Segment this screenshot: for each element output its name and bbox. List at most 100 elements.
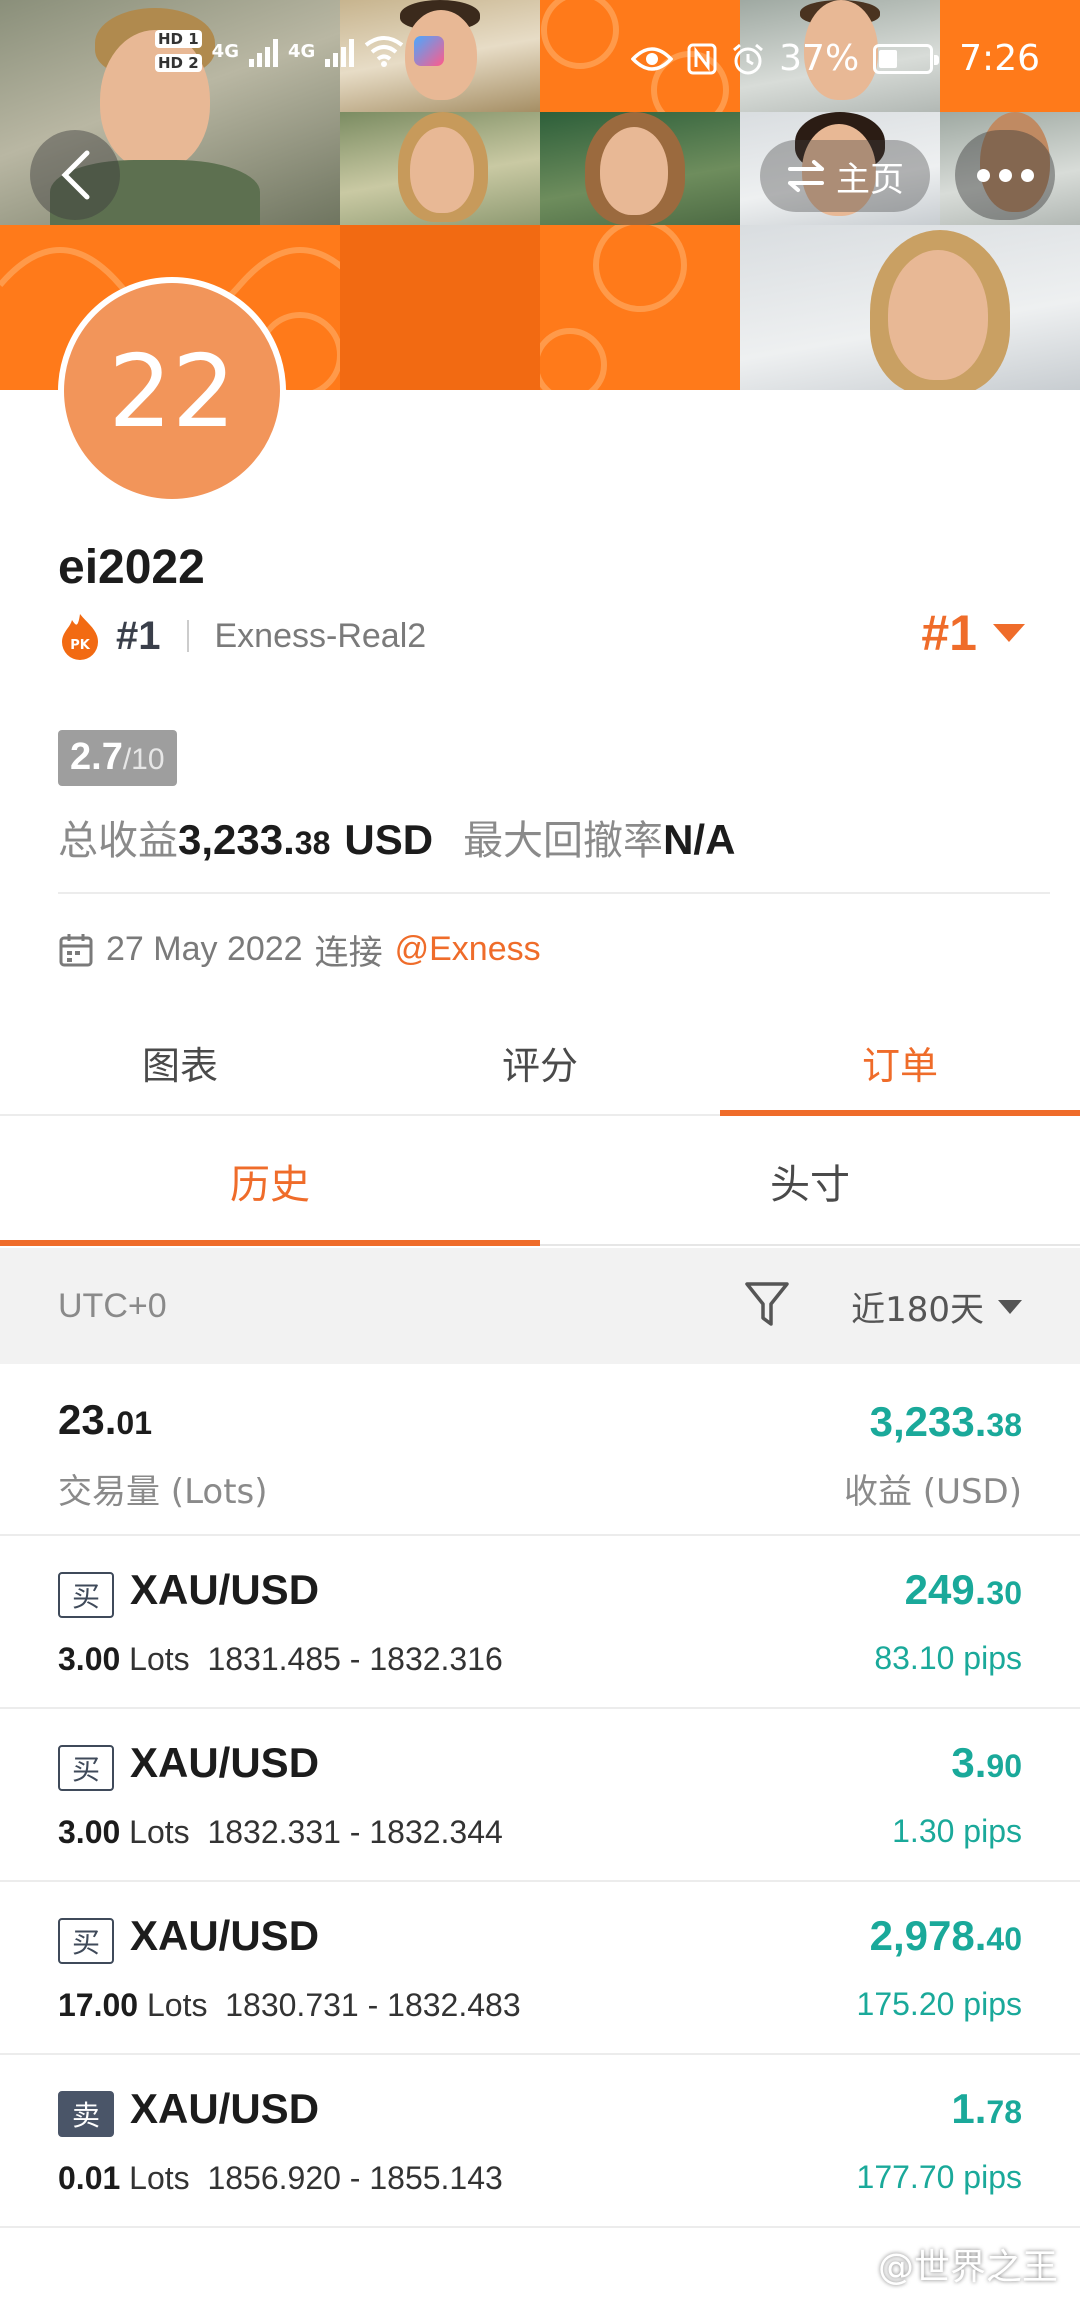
order-price-range: 1856.920 - 1855.143 <box>207 2160 503 2196</box>
battery-icon <box>873 43 940 74</box>
summary-profit-int: 3,233. <box>869 1398 987 1445</box>
connected-date: 27 May 2022 <box>106 930 303 968</box>
summary-profit-dec: 38 <box>986 1407 1022 1443</box>
order-profit-dec: 40 <box>986 1921 1022 1957</box>
order-details: 3.00 Lots 1831.485 - 1832.316 <box>58 1641 503 1678</box>
more-dot-icon <box>998 168 1012 182</box>
order-profit-int: 1. <box>951 2085 987 2132</box>
order-details: 17.00 Lots 1830.731 - 1832.483 <box>58 1987 521 2024</box>
avatar[interactable]: 22 <box>58 277 286 505</box>
summary-profit: 3,233.38 <box>870 1398 1022 1446</box>
broker-link[interactable]: @Exness <box>395 930 541 969</box>
order-row[interactable]: 卖 XAU/USD 0.01 Lots 1856.920 - 1855.143 … <box>0 2055 1080 2228</box>
divider <box>186 620 189 652</box>
order-profit-dec: 30 <box>986 1575 1022 1611</box>
tab-rating[interactable]: 评分 <box>360 1010 720 1114</box>
signal-icon-2 <box>325 35 355 67</box>
order-price-range: 1832.331 - 1832.344 <box>207 1814 503 1850</box>
score-value: 2.7 <box>70 736 123 778</box>
order-profit: 1.78 <box>951 2085 1022 2133</box>
stats-row: 总收益 3,233. 38 USD 最大回撤率 N/A <box>58 808 735 866</box>
order-row[interactable]: 买 XAU/USD 17.00 Lots 1830.731 - 1832.483… <box>0 1882 1080 2055</box>
range-label: 近180天 <box>851 1290 984 1330</box>
summary-lots-label: 交易量 (Lots) <box>58 1472 268 1512</box>
order-lots: 17.00 <box>58 1987 139 2023</box>
rank-big-label: #1 <box>921 605 977 661</box>
battery-level <box>879 49 898 68</box>
app-notification-icon <box>414 36 445 66</box>
pk-flame-icon: PK <box>58 612 102 660</box>
watermark: @世界之王 <box>877 2247 1058 2288</box>
range-dropdown[interactable]: 近180天 <box>851 1282 1022 1331</box>
divider <box>58 892 1050 894</box>
order-details: 3.00 Lots 1832.331 - 1832.344 <box>58 1814 503 1851</box>
nfc-icon <box>687 43 717 74</box>
order-pips: 83.10 pips <box>874 1640 1022 1676</box>
order-lots: 3.00 <box>58 1641 121 1677</box>
more-dot-icon <box>976 168 990 182</box>
connected-label: 连接 <box>314 934 383 972</box>
order-profit-int: 249. <box>904 1566 987 1613</box>
order-lots-unit: Lots <box>146 1987 208 2023</box>
rank-row: PK #1 Exness-Real2 <box>58 612 426 660</box>
status-bar: HD 1 HD 2 4G 4G 37% 7:26 <box>0 0 1080 125</box>
order-symbol: XAU/USD <box>130 1739 320 1786</box>
avatar-text: 22 <box>108 332 236 450</box>
alarm-icon <box>733 43 764 74</box>
order-price-range: 1831.485 - 1832.316 <box>207 1641 503 1677</box>
summary-lots-int: 23. <box>58 1396 117 1443</box>
home-button[interactable]: 主页 <box>760 140 930 212</box>
username: ei2022 <box>58 541 205 594</box>
order-profit: 2,978.40 <box>870 1912 1022 1960</box>
order-details: 0.01 Lots 1856.920 - 1855.143 <box>58 2160 503 2197</box>
order-row[interactable]: 买 XAU/USD 3.00 Lots 1832.331 - 1832.344 … <box>0 1709 1080 1882</box>
tab-history[interactable]: 历史 <box>0 1118 540 1246</box>
main-tabs: 图表 评分 订单 <box>0 1010 1080 1116</box>
order-profit: 3.90 <box>951 1739 1022 1787</box>
more-options-button[interactable] <box>955 130 1055 220</box>
order-pips: 177.70 pips <box>856 2159 1022 2195</box>
order-list: 买 XAU/USD 3.00 Lots 1831.485 - 1832.316 … <box>0 1536 1080 2228</box>
banner-pattern-tile-3 <box>540 225 740 390</box>
connected-row: 27 May 2022 连接 @Exness <box>58 925 541 974</box>
score-badge: 2.7 /10 <box>58 730 177 786</box>
order-profit-int: 2,978. <box>869 1912 987 1959</box>
order-lots-unit: Lots <box>129 1814 190 1850</box>
tab-chart[interactable]: 图表 <box>0 1010 360 1114</box>
caret-down-icon <box>993 624 1025 642</box>
order-price-range: 1830.731 - 1832.483 <box>225 1987 521 2023</box>
hd2-indicator: HD 2 <box>155 54 202 72</box>
wifi-icon <box>365 36 404 67</box>
total-profit-unit: USD <box>344 816 434 863</box>
total-profit-cents: 38 <box>294 825 331 861</box>
home-button-label: 主页 <box>836 159 904 200</box>
timezone-label: UTC+0 <box>58 1286 167 1325</box>
rank-small: #1 <box>116 613 161 658</box>
sub-tabs: 历史 头寸 <box>0 1118 1080 1246</box>
order-pips: 1.30 pips <box>892 1813 1022 1849</box>
summary-profit-label: 收益 (USD) <box>844 1472 1022 1512</box>
order-symbol: XAU/USD <box>130 1912 320 1959</box>
score-max: /10 <box>122 743 165 776</box>
network-4g-label-2: 4G <box>287 40 316 62</box>
side-badge: 买 <box>58 1745 114 1791</box>
order-row[interactable]: 买 XAU/USD 3.00 Lots 1831.485 - 1832.316 … <box>0 1536 1080 1709</box>
calendar-icon <box>59 933 93 966</box>
summary-lots: 23.01 <box>58 1396 152 1444</box>
network-4g-label: 4G <box>211 40 239 62</box>
status-left: HD 1 HD 2 4G 4G <box>155 30 445 72</box>
drawdown-label: 最大回撤率 <box>463 819 664 863</box>
banner-photo-woman-2 <box>540 112 740 225</box>
back-button[interactable] <box>30 130 120 220</box>
chevron-left-icon <box>61 150 90 200</box>
banner-orange-tile-2 <box>340 225 540 390</box>
order-lots: 0.01 <box>58 2160 121 2196</box>
order-lots-unit: Lots <box>129 1641 190 1677</box>
filter-icon[interactable] <box>744 1280 790 1330</box>
order-lots-unit: Lots <box>129 2160 190 2196</box>
side-badge: 卖 <box>58 2091 114 2137</box>
tab-orders[interactable]: 订单 <box>720 1010 1080 1116</box>
rank-dropdown[interactable]: #1 <box>921 604 1025 662</box>
pk-label: PK <box>70 638 91 653</box>
tab-positions[interactable]: 头寸 <box>540 1118 1080 1244</box>
